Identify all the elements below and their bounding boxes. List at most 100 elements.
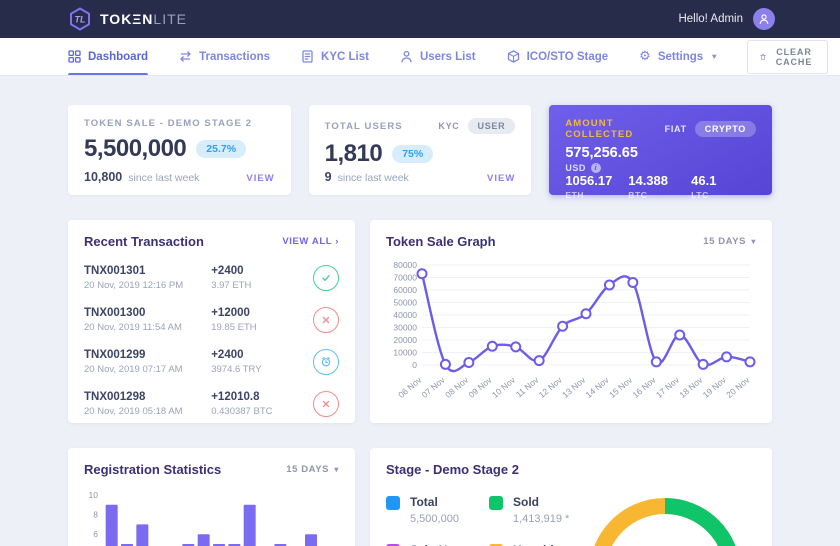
legend-sold: Sold 1,413,919 * bbox=[489, 495, 580, 525]
nav-item-settings[interactable]: ⚙ Settings ▾ bbox=[639, 38, 716, 75]
registration-statistics-title: Registration Statistics bbox=[84, 462, 221, 477]
svg-text:6: 6 bbox=[93, 529, 98, 539]
status-pending-clock-icon bbox=[313, 349, 339, 375]
nav-item-kyc-list[interactable]: KYC List bbox=[301, 38, 369, 75]
token-graph-period-dropdown[interactable]: 15 DAYS ▾ bbox=[703, 236, 756, 247]
svg-text:09 Nov: 09 Nov bbox=[467, 374, 495, 399]
svg-text:08 Nov: 08 Nov bbox=[443, 374, 471, 399]
svg-text:TL: TL bbox=[75, 15, 86, 25]
stat-cards-row: TOKEN SALE - DEMO STAGE 2 5,500,000 25.7… bbox=[68, 105, 772, 195]
nav-item-users-list[interactable]: Users List bbox=[400, 38, 476, 75]
registration-statistics-panel: Registration Statistics 15 DAYS ▾ 246810 bbox=[68, 448, 355, 546]
crypto-btc: 14.388 BTC bbox=[628, 173, 691, 200]
svg-text:14 Nov: 14 Nov bbox=[584, 374, 612, 399]
status-failed-icon bbox=[313, 391, 339, 417]
user-avatar[interactable] bbox=[753, 8, 775, 30]
token-sale-percent-badge: 25.7% bbox=[196, 140, 246, 158]
nav-item-ico-sto-stage[interactable]: ICO/STO Stage bbox=[507, 38, 609, 75]
svg-text:60000: 60000 bbox=[393, 285, 417, 295]
token-sale-graph-panel: Token Sale Graph 15 DAYS ▾ 0100002000030… bbox=[370, 220, 772, 423]
legend-total-swatch bbox=[386, 496, 400, 510]
person-icon bbox=[758, 13, 770, 25]
crypto-ltc: 46.1 LTC bbox=[691, 173, 754, 200]
toggle-fiat[interactable]: FIAT bbox=[665, 124, 687, 134]
user-icon bbox=[400, 50, 413, 63]
amount-collected-value: 575,256.65 bbox=[565, 145, 756, 161]
greeting-text: Hello! Admin bbox=[678, 13, 743, 25]
fiat-crypto-toggle: FIAT CRYPTO bbox=[665, 121, 756, 137]
transaction-row[interactable]: TNX001299 20 Nov, 2019 07:17 AM +2400 39… bbox=[84, 341, 339, 383]
token-sale-graph-title: Token Sale Graph bbox=[386, 234, 496, 249]
swap-arrows-icon bbox=[179, 50, 192, 63]
svg-text:18 Nov: 18 Nov bbox=[677, 374, 705, 399]
svg-text:0: 0 bbox=[412, 360, 417, 370]
svg-text:8: 8 bbox=[93, 510, 98, 520]
total-users-view-link[interactable]: VIEW bbox=[487, 173, 515, 184]
svg-text:20 Nov: 20 Nov bbox=[724, 374, 752, 399]
stage-title: Stage - Demo Stage 2 bbox=[386, 462, 519, 477]
svg-text:40000: 40000 bbox=[393, 310, 417, 320]
info-icon[interactable]: i bbox=[591, 163, 601, 173]
status-failed-icon bbox=[313, 307, 339, 333]
card-total-users: TOTAL USERS KYC USER 1,810 75% 9 since l… bbox=[309, 105, 532, 195]
amount-currency: USD bbox=[565, 163, 586, 173]
toggle-user[interactable]: USER bbox=[468, 118, 516, 134]
svg-text:11 Nov: 11 Nov bbox=[514, 374, 541, 399]
stage-legend: Total 5,500,000 Sold 1,413,919 * Sale % bbox=[386, 489, 580, 546]
total-users-value: 1,810 bbox=[325, 140, 383, 168]
recent-transactions-panel: Recent Transaction VIEW ALL › TNX001301 … bbox=[68, 220, 355, 423]
transaction-row[interactable]: TNX001298 20 Nov, 2019 05:18 AM +12010.8… bbox=[84, 383, 339, 425]
clear-cache-button[interactable]: CLEAR CACHE bbox=[747, 40, 828, 74]
token-sale-value: 5,500,000 bbox=[84, 135, 186, 163]
svg-text:07 Nov: 07 Nov bbox=[420, 374, 448, 399]
recent-transactions-title: Recent Transaction bbox=[84, 234, 204, 249]
legend-total: Total 5,500,000 bbox=[386, 495, 477, 525]
toggle-kyc[interactable]: KYC bbox=[438, 121, 459, 131]
token-sale-view-link[interactable]: VIEW bbox=[246, 173, 274, 184]
svg-text:12 Nov: 12 Nov bbox=[537, 374, 565, 399]
chevron-down-icon: ▾ bbox=[334, 465, 339, 474]
top-navbar: TL TOKΞNLITE Hello! Admin bbox=[0, 0, 840, 38]
toggle-crypto[interactable]: CRYPTO bbox=[695, 121, 756, 137]
stage-donut-chart: 5,500,000 TLE bbox=[580, 489, 750, 546]
svg-text:17 Nov: 17 Nov bbox=[654, 374, 682, 399]
card-token-sale-title: TOKEN SALE - DEMO STAGE 2 bbox=[84, 118, 252, 129]
view-all-link[interactable]: VIEW ALL › bbox=[282, 236, 339, 247]
svg-text:15 Nov: 15 Nov bbox=[607, 374, 635, 399]
dashboard-grid-icon bbox=[68, 50, 81, 63]
transaction-list: TNX001301 20 Nov, 2019 12:16 PM +2400 3.… bbox=[84, 257, 339, 425]
brand-logo[interactable]: TL TOKΞNLITE bbox=[68, 7, 187, 31]
brand-wordmark: TOKΞNLITE bbox=[100, 11, 187, 27]
crypto-eth: 1056.17 ETH bbox=[565, 173, 628, 200]
nav-item-dashboard[interactable]: Dashboard bbox=[68, 38, 148, 75]
total-users-delta: 9 bbox=[325, 170, 332, 184]
cube-icon bbox=[507, 50, 520, 63]
svg-text:16 Nov: 16 Nov bbox=[631, 374, 659, 399]
svg-text:13 Nov: 13 Nov bbox=[560, 374, 588, 399]
svg-text:10 Nov: 10 Nov bbox=[490, 374, 518, 399]
middle-row: Recent Transaction VIEW ALL › TNX001301 … bbox=[68, 220, 772, 423]
bottom-row: Registration Statistics 15 DAYS ▾ 246810… bbox=[68, 448, 772, 546]
card-token-sale: TOKEN SALE - DEMO STAGE 2 5,500,000 25.7… bbox=[68, 105, 291, 195]
tokenlite-logo-icon: TL bbox=[68, 7, 92, 31]
chevron-down-icon: ▾ bbox=[712, 52, 716, 61]
status-success-icon bbox=[313, 265, 339, 291]
card-amount-collected: AMOUNT COLLECTED FIAT CRYPTO 575,256.65 … bbox=[549, 105, 772, 195]
transaction-row[interactable]: TNX001300 20 Nov, 2019 11:54 AM +12000 1… bbox=[84, 299, 339, 341]
card-amount-collected-title: AMOUNT COLLECTED bbox=[565, 118, 664, 140]
legend-sold-swatch bbox=[489, 496, 503, 510]
registration-period-dropdown[interactable]: 15 DAYS ▾ bbox=[286, 464, 339, 475]
token-sale-line-chart: 0100002000030000400005000060000700008000… bbox=[386, 257, 756, 414]
chevron-down-icon: ▾ bbox=[751, 237, 756, 246]
main-nav: Dashboard Transactions KYC List Users Li… bbox=[0, 38, 840, 76]
transaction-row[interactable]: TNX001301 20 Nov, 2019 12:16 PM +2400 3.… bbox=[84, 257, 339, 299]
kyc-user-toggle: KYC USER bbox=[438, 118, 515, 134]
total-users-percent-badge: 75% bbox=[392, 145, 433, 163]
registration-bar-chart: 246810 bbox=[84, 485, 339, 546]
card-total-users-title: TOTAL USERS bbox=[325, 121, 403, 132]
svg-text:10: 10 bbox=[89, 490, 99, 500]
nav-item-transactions[interactable]: Transactions bbox=[179, 38, 270, 75]
svg-text:19 Nov: 19 Nov bbox=[701, 374, 729, 399]
svg-text:70000: 70000 bbox=[393, 273, 417, 283]
gear-icon: ⚙ bbox=[639, 50, 651, 63]
